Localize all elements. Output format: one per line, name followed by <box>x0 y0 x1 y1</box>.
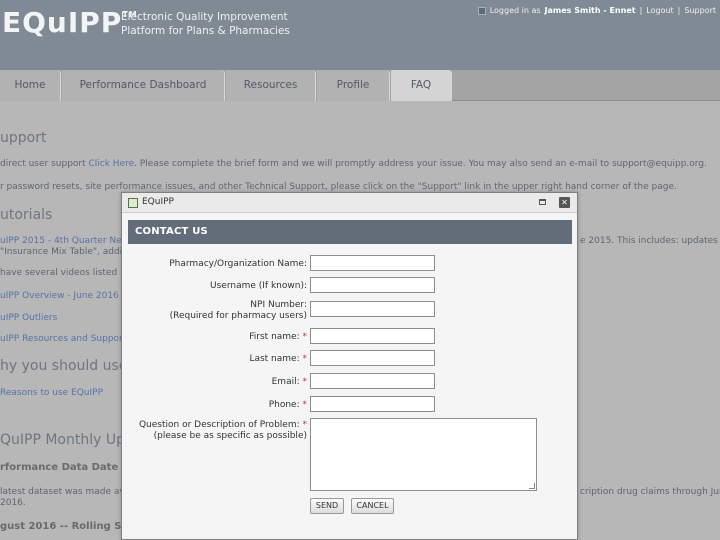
contact-us-header: CONTACT US <box>128 220 572 244</box>
why-heading: hy you should use E <box>0 358 141 374</box>
support-paragraph-2: r password resets, site performance issu… <box>0 182 677 192</box>
tab-profile[interactable]: Profile <box>317 70 390 101</box>
cancel-button[interactable]: CANCEL <box>351 498 394 514</box>
click-here-link[interactable]: Click Here <box>89 159 135 169</box>
main-nav: Home Performance Dashboard Resources Pro… <box>0 70 720 101</box>
username-label: Username (If known): <box>210 281 307 291</box>
close-icon[interactable]: ✕ <box>559 197 570 208</box>
npi-label: NPI Number: (Required for pharmacy users… <box>169 300 307 321</box>
pharmacy-org-input[interactable] <box>310 255 435 271</box>
tutorials-heading: utorials <box>0 207 53 223</box>
first-name-input[interactable] <box>310 328 435 344</box>
latest-dataset-text: latest dataset was made ava <box>0 487 131 497</box>
videos-text: have several videos listed bel <box>0 268 134 278</box>
app-header: EQuIPPTM Electronic Quality Improvement … <box>0 0 720 70</box>
send-button[interactable]: SEND <box>310 498 344 514</box>
resize-grip-icon[interactable] <box>529 483 535 489</box>
last-name-label: Last name: * <box>249 354 307 364</box>
email-label: Email: * <box>271 377 307 387</box>
support-link[interactable]: Support <box>684 6 716 15</box>
tutorial-link-overview[interactable]: uIPP Overview - June 2016 <box>0 291 119 301</box>
question-textarea[interactable] <box>310 418 537 491</box>
tab-faq[interactable]: FAQ <box>391 70 452 101</box>
question-label: Question or Description of Problem: * (p… <box>138 420 307 441</box>
phone-input[interactable] <box>310 396 435 412</box>
rolling-heading: gust 2016 -- Rolling Six- <box>0 521 136 532</box>
dialog-title: EQuIPP <box>142 197 174 207</box>
latest-dataset-text-right: cription drug claims through June <box>580 487 720 497</box>
phone-label: Phone: * <box>268 400 307 410</box>
tab-resources[interactable]: Resources <box>226 70 316 101</box>
tutorial-text-right: e 2015. This includes: updates to <box>580 236 720 246</box>
support-heading: upport <box>0 130 47 146</box>
pharmacy-org-label: Pharmacy/Organization Name: <box>169 259 307 269</box>
npi-input[interactable] <box>310 301 435 317</box>
logout-link[interactable]: Logout <box>646 6 673 15</box>
tutorial-link-outliers[interactable]: uIPP Outliers <box>0 313 57 323</box>
window-icon <box>128 198 138 208</box>
first-name-label: First name: * <box>249 332 307 342</box>
username-input[interactable] <box>310 277 435 293</box>
tagline: Electronic Quality Improvement Platform … <box>121 11 290 37</box>
tab-performance-dashboard[interactable]: Performance Dashboard <box>62 70 225 101</box>
dialog-titlebar[interactable]: EQuIPP ✕ <box>122 193 577 213</box>
contact-us-dialog: EQuIPP ✕ CONTACT US Pharmacy/Organizatio… <box>121 192 578 540</box>
tab-home[interactable]: Home <box>0 70 61 101</box>
tutorial-link-resources[interactable]: uIPP Resources and Support - J <box>0 334 138 344</box>
user-icon <box>477 6 486 15</box>
last-name-input[interactable] <box>310 350 435 366</box>
user-bar: Logged in as James Smith - Ennet | Logou… <box>477 6 716 15</box>
support-paragraph-1: direct user support Click Here. Please c… <box>0 159 707 169</box>
minimize-icon[interactable] <box>539 199 546 205</box>
tutorial-text: "Insurance Mix Table", additi <box>0 247 129 257</box>
equipp-logo[interactable]: EQuIPPTM <box>2 6 138 39</box>
year-text: 2016. <box>0 498 26 508</box>
reasons-link[interactable]: Reasons to use EQuIPP <box>0 388 103 398</box>
tutorial-link-2015-q4[interactable]: uIPP 2015 - 4th Quarter New <box>0 236 129 246</box>
email-field[interactable] <box>310 373 435 389</box>
